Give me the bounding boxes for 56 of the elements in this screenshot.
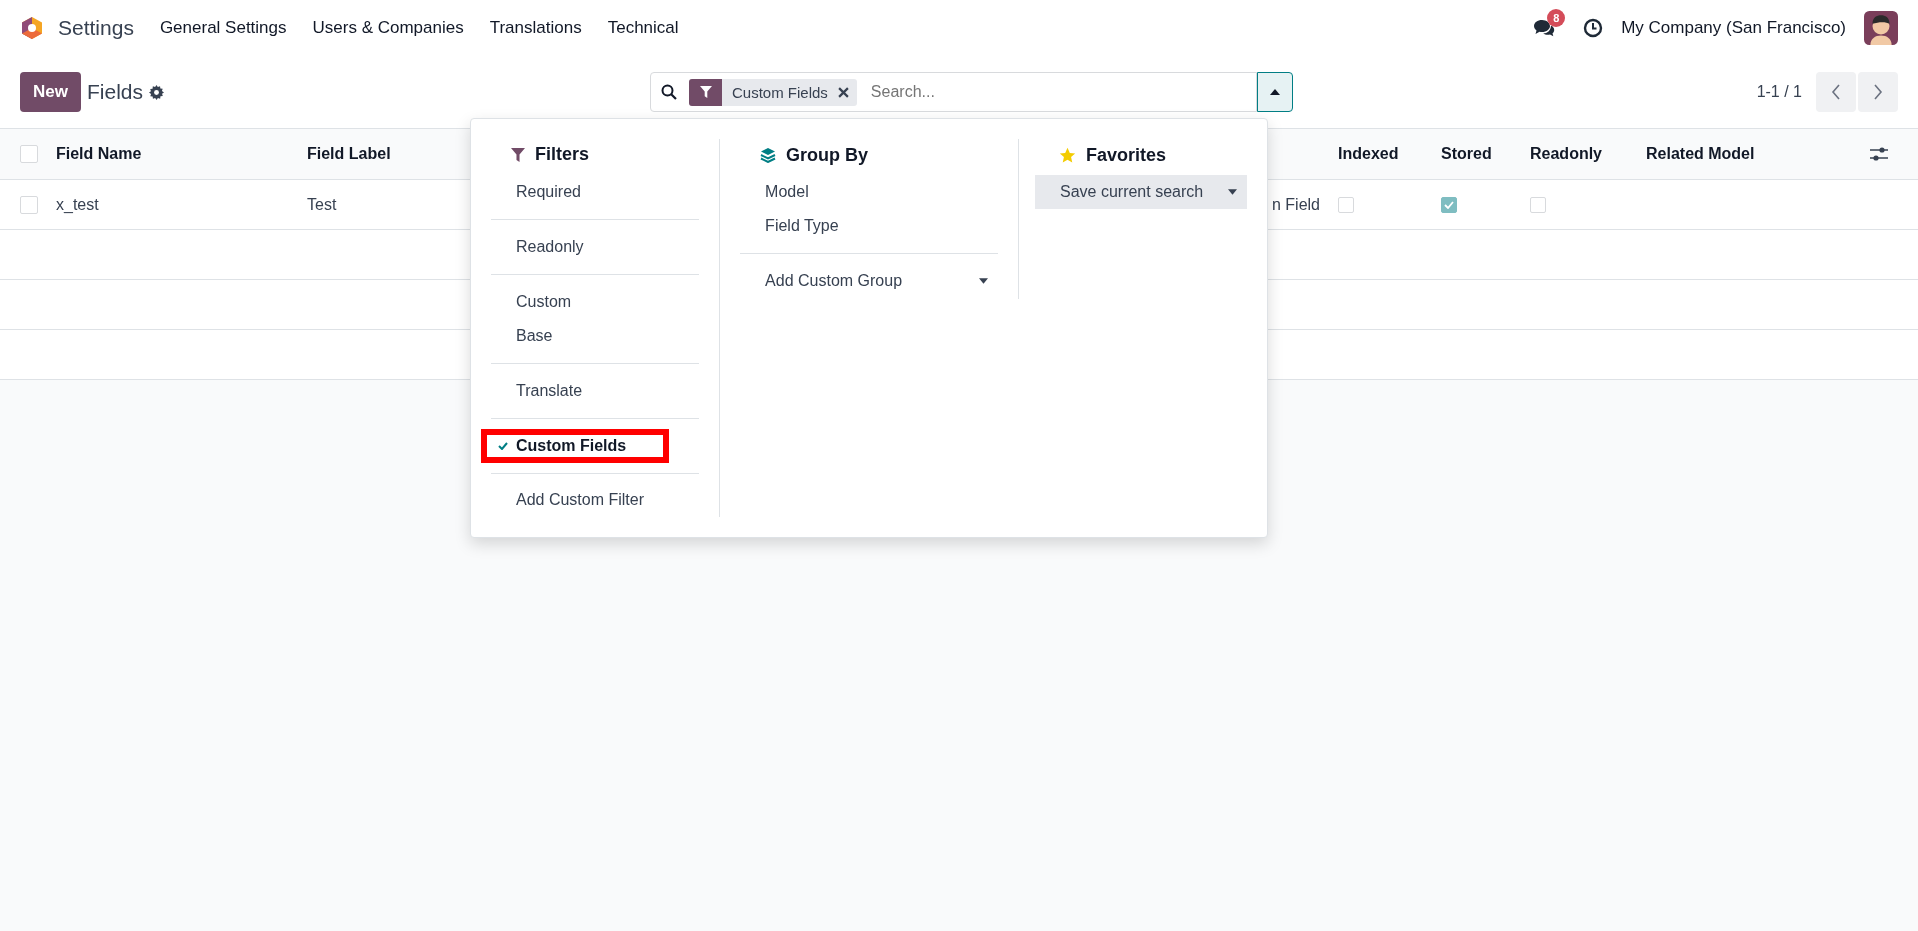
column-header[interactable]: Stored <box>1441 145 1492 163</box>
table-cell: x_test <box>56 195 99 214</box>
star-icon <box>1059 146 1076 164</box>
avatar[interactable] <box>1864 11 1898 45</box>
filter-option[interactable]: Readonly <box>491 229 700 264</box>
new-button[interactable]: New <box>20 72 81 112</box>
section-title: Favorites <box>1086 144 1167 166</box>
section-title: Filters <box>535 144 590 166</box>
chevron-right-icon <box>1873 84 1883 100</box>
menu-item[interactable]: Users & Companies <box>312 18 464 38</box>
column-header[interactable]: Indexed <box>1338 145 1399 163</box>
menu-item[interactable]: General Settings <box>159 18 287 38</box>
column-header[interactable]: Field Label <box>307 145 391 163</box>
section-title: Group By <box>786 144 869 166</box>
column-header[interactable]: Related Model <box>1646 145 1755 163</box>
app-name[interactable]: Settings <box>58 16 134 40</box>
caret-icon <box>1270 89 1280 95</box>
company-switcher[interactable]: My Company (San Francisco) <box>1621 18 1846 38</box>
filter-icon <box>511 147 525 162</box>
column-header[interactable]: Field Name <box>56 145 142 163</box>
search-options-toggle[interactable] <box>1257 72 1293 112</box>
search-icon <box>661 84 677 100</box>
column-settings-icon[interactable] <box>1870 146 1888 162</box>
caret-icon <box>979 278 988 284</box>
notification-badge: 8 <box>1547 9 1566 27</box>
filter-option[interactable]: Translate <box>491 373 700 408</box>
group-by-option[interactable]: Field Type <box>740 209 998 243</box>
group-by-option[interactable]: Model <box>740 175 998 209</box>
checkmark-icon <box>498 441 508 450</box>
search-field[interactable]: Custom Fields Search... <box>650 72 1257 112</box>
filter-icon <box>699 86 712 98</box>
row-checkbox[interactable] <box>20 195 38 214</box>
menu-item[interactable]: Technical <box>607 18 679 38</box>
column-header[interactable]: Readonly <box>1530 145 1602 163</box>
save-search-button[interactable]: Save current search <box>1035 175 1247 209</box>
pager-value[interactable]: 1-1 / 1 <box>1756 83 1802 101</box>
caret-icon <box>1228 189 1237 195</box>
table-cell: Test <box>307 195 337 214</box>
layers-icon <box>760 147 777 163</box>
settings-icon[interactable] <box>149 84 164 100</box>
chevron-left-icon <box>1831 84 1841 100</box>
close-icon[interactable] <box>837 86 849 98</box>
add-custom-group-select[interactable]: Add Custom Group <box>740 264 998 298</box>
filter-option[interactable]: Custom Fields <box>481 428 670 463</box>
app-logo-icon[interactable] <box>20 16 44 40</box>
table-cell: n Field <box>1271 195 1320 214</box>
select-all-checkbox[interactable] <box>20 145 38 163</box>
clock-icon[interactable] <box>1583 18 1604 38</box>
add-custom-filter[interactable]: Add Custom Filter <box>491 483 700 517</box>
page-title: Fields <box>86 80 143 104</box>
filter-option[interactable]: Required <box>491 174 700 209</box>
menu-item[interactable]: Translations <box>489 18 582 38</box>
filter-facet[interactable]: Custom Fields <box>689 78 857 106</box>
filter-option[interactable]: Base <box>491 318 700 353</box>
checkmark-icon <box>1444 200 1454 209</box>
filter-option[interactable]: Custom <box>491 284 700 319</box>
